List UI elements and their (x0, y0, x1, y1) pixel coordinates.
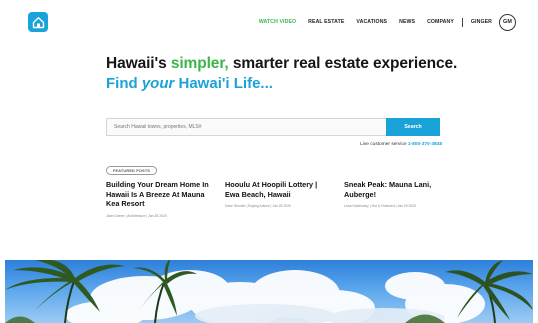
user-name-link[interactable]: GINGER (471, 19, 492, 25)
customer-service-phone[interactable]: 1-800-370-3848 (408, 142, 442, 147)
subhead-text-end: Hawai'i Life... (174, 75, 273, 92)
nav-divider (461, 17, 463, 27)
subhead-text-start: Find (106, 75, 142, 92)
headline-text-end: smarter real estate experience. (228, 55, 458, 72)
hero-photo (5, 260, 533, 323)
post-meta: Dave Sennler | Buying Advice | Jan 25 20… (225, 204, 292, 209)
subhead-emphasis: your (141, 75, 175, 92)
main-nav: WATCH VIDEO REAL ESTATE VACATIONS NEWS C… (247, 13, 516, 31)
search-input[interactable] (106, 118, 386, 136)
page-subheadline: Find your Hawai'i Life... (106, 75, 273, 92)
search-button[interactable]: Search (386, 118, 440, 136)
customer-service-line: Live customer service 1-800-370-3848 (360, 142, 442, 147)
page-headline: Hawaii's simpler, smarter real estate ex… (106, 55, 466, 73)
post-title[interactable]: Building Your Dream Home In Hawaii Is A … (106, 180, 214, 209)
headline-accent: simpler, (170, 55, 229, 72)
customer-service-label: Live customer service (360, 142, 407, 147)
featured-posts-tag: FEATURED POSTS (106, 166, 158, 175)
house-icon-glyph (32, 16, 44, 28)
post-meta: Jane Doerer | Architecture | Jan 28 2020 (106, 213, 167, 218)
nav-news[interactable]: NEWS (399, 19, 415, 25)
featured-post[interactable]: Hooulu At Hoopili Lottery | Ewa Beach, H… (225, 180, 333, 209)
post-title[interactable]: Hooulu At Hoopili Lottery | Ewa Beach, H… (225, 180, 333, 199)
nav-vacations[interactable]: VACATIONS (356, 19, 387, 25)
nav-watch-video[interactable]: WATCH VIDEO (259, 19, 296, 25)
featured-post[interactable]: Building Your Dream Home In Hawaii Is A … (106, 180, 214, 218)
nav-company[interactable]: COMPANY (427, 19, 454, 25)
post-meta: Lena Katchinsky | Hot & Featured | Jan 2… (344, 204, 417, 209)
headline-text-start: Hawaii's (106, 55, 171, 72)
featured-post[interactable]: Sneak Peak: Mauna Lani, Auberge! Lena Ka… (344, 180, 452, 209)
post-title[interactable]: Sneak Peak: Mauna Lani, Auberge! (344, 180, 452, 199)
avatar[interactable]: GM (499, 13, 516, 31)
search-bar: Search (106, 118, 440, 136)
house-icon[interactable] (28, 12, 48, 32)
page: WATCH VIDEO REAL ESTATE VACATIONS NEWS C… (0, 0, 538, 323)
nav-real-estate[interactable]: REAL ESTATE (308, 19, 344, 25)
palm-trees-sky-image (5, 260, 533, 323)
